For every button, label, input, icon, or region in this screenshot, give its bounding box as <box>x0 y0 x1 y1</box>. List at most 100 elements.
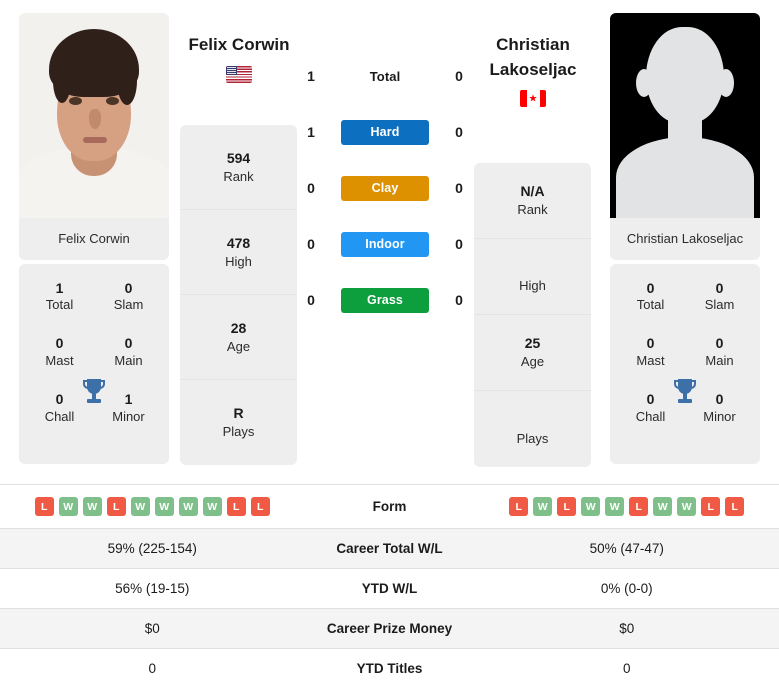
left-form-badge-9[interactable]: L <box>250 497 270 516</box>
left-rank-label: Rank <box>223 168 254 184</box>
row-label-0: Form <box>372 499 407 514</box>
surface-row-total: 1 Total 0 <box>300 62 470 90</box>
left-stat-plays: R Plays <box>180 380 297 465</box>
right-grass-count: 0 <box>455 292 463 308</box>
left-stat-high: 478 High <box>180 210 297 295</box>
left-titles-slam: 0 Slam <box>94 280 163 314</box>
left-hard-count: 1 <box>307 124 315 140</box>
right-titles-mast-value: 0 <box>646 335 655 352</box>
right-titles-slam: 0 Slam <box>685 280 754 314</box>
right-plays-label: Plays <box>516 430 549 446</box>
right-titles-slam-value: 0 <box>715 279 724 296</box>
right-titles-main: 0 Main <box>685 335 754 369</box>
right-form-strip: LWLWWLWWLL <box>481 497 774 516</box>
right-titles-main-label: Main <box>705 352 734 368</box>
right-form-badge-5[interactable]: L <box>629 497 649 516</box>
right-stat-age: 25 Age <box>474 315 591 391</box>
left-form-badge-5[interactable]: W <box>154 497 174 516</box>
right-titles-total: 0 Total <box>616 280 685 314</box>
left-titles-main-label: Main <box>114 352 143 368</box>
left-titles-slam-value: 0 <box>124 279 133 296</box>
surface-badge-indoor[interactable]: Indoor <box>341 231 429 257</box>
left-form-strip: LWWLWWWWLL <box>6 497 299 516</box>
left-age-value: 28 <box>230 319 247 336</box>
table-row: 56% (19-15) YTD W/L 0% (0-0) <box>0 568 779 609</box>
surface-badge-grass[interactable]: Grass <box>341 287 429 313</box>
table-row: 59% (225-154) Career Total W/L 50% (47-47) <box>0 528 779 569</box>
left-titles-mast-label: Mast <box>45 352 74 368</box>
right-rank-value: N/A <box>520 183 545 200</box>
left-titles-minor-label: Minor <box>112 408 145 424</box>
left-player-photo[interactable] <box>19 13 169 218</box>
right-cell-2: 0% (0-0) <box>600 581 653 596</box>
right-titles-slam-label: Slam <box>704 297 735 313</box>
right-form-badge-6[interactable]: W <box>653 497 673 516</box>
left-form-badge-6[interactable]: W <box>178 497 198 516</box>
left-cell-2: 56% (19-15) <box>115 581 190 596</box>
left-player-name: Felix Corwin <box>188 35 290 54</box>
right-titles-chall-label: Chall <box>635 408 666 424</box>
right-cell-4: 0 <box>622 661 631 676</box>
right-form-badge-8[interactable]: L <box>701 497 721 516</box>
right-form-badge-4[interactable]: W <box>605 497 625 516</box>
left-form-badge-2[interactable]: W <box>82 497 102 516</box>
row-label-1: Career Total W/L <box>336 541 443 556</box>
right-player-photo[interactable] <box>610 13 760 218</box>
right-player-photo-column: Christian Lakoseljac 0 Total 0 Slam 0 Ma… <box>610 13 760 464</box>
right-cell-3: $0 <box>619 621 635 636</box>
right-form-badge-0[interactable]: L <box>509 497 529 516</box>
right-player-name-line2: Lakoseljac <box>489 59 577 79</box>
left-cell-0: LWWLWWWWLL <box>0 485 305 529</box>
left-plays-value: R <box>233 405 244 422</box>
surface-badge-total: Total <box>369 68 401 84</box>
surface-badge-hard[interactable]: Hard <box>341 119 429 145</box>
right-rank-label: Rank <box>517 202 548 218</box>
left-player-header: Felix Corwin <box>164 33 314 83</box>
right-form-badge-2[interactable]: L <box>557 497 577 516</box>
us-flag-icon <box>226 65 252 83</box>
right-form-badge-1[interactable]: W <box>533 497 553 516</box>
left-cell-1: 59% (225-154) <box>107 541 197 556</box>
right-stat-rank: N/A Rank <box>474 163 591 239</box>
right-titles-main-value: 0 <box>715 335 724 352</box>
left-form-badge-3[interactable]: L <box>106 497 126 516</box>
surface-badge-clay[interactable]: Clay <box>341 175 429 201</box>
right-clay-count: 0 <box>455 180 463 196</box>
surface-row-hard: 1 Hard 0 <box>300 118 470 146</box>
right-age-value: 25 <box>524 335 541 352</box>
left-player-photo-column: Felix Corwin 1 Total 0 Slam 0 Mast 0 Mai… <box>19 13 169 464</box>
right-age-label: Age <box>520 354 545 370</box>
left-form-badge-4[interactable]: W <box>130 497 150 516</box>
left-form-badge-1[interactable]: W <box>58 497 78 516</box>
right-plays-value <box>478 411 587 430</box>
left-form-badge-8[interactable]: L <box>226 497 246 516</box>
right-stat-plays: Plays <box>474 391 591 467</box>
right-cell-1: 50% (47-47) <box>589 541 664 556</box>
right-hard-count: 0 <box>455 124 463 140</box>
left-player-stats-column: 594 Rank 478 High 28 Age R Plays <box>180 125 297 465</box>
left-rank-value: 594 <box>226 149 251 166</box>
surface-comparison-rows: 1 Total 0 1 Hard 0 0 Clay 0 0 Indoor 0 0 Grass 0 <box>300 62 470 342</box>
right-form-badge-9[interactable]: L <box>725 497 745 516</box>
row-label-3: Career Prize Money <box>326 621 453 636</box>
table-row: 0 YTD Titles 0 <box>0 648 779 689</box>
right-titles-total-label: Total <box>636 297 665 313</box>
trophy-icon <box>674 378 696 403</box>
right-titles-minor-label: Minor <box>703 408 736 424</box>
left-stat-age: 28 Age <box>180 295 297 380</box>
ca-flag-icon: ★ <box>520 90 546 108</box>
left-form-badge-0[interactable]: L <box>34 497 54 516</box>
left-form-badge-7[interactable]: W <box>202 497 222 516</box>
left-cell-3: $0 <box>144 621 160 636</box>
left-cell-4: 0 <box>148 661 156 676</box>
left-titles-total-value: 1 <box>55 279 64 296</box>
right-high-value <box>478 258 587 277</box>
left-clay-count: 0 <box>307 180 315 196</box>
left-titles-main-value: 0 <box>124 335 133 352</box>
right-form-badge-7[interactable]: W <box>677 497 697 516</box>
surface-row-grass: 0 Grass 0 <box>300 286 470 314</box>
right-form-badge-3[interactable]: W <box>581 497 601 516</box>
right-player-photo-name: Christian Lakoseljac <box>610 218 760 260</box>
left-high-value: 478 <box>226 234 251 251</box>
right-titles-mast: 0 Mast <box>616 335 685 369</box>
